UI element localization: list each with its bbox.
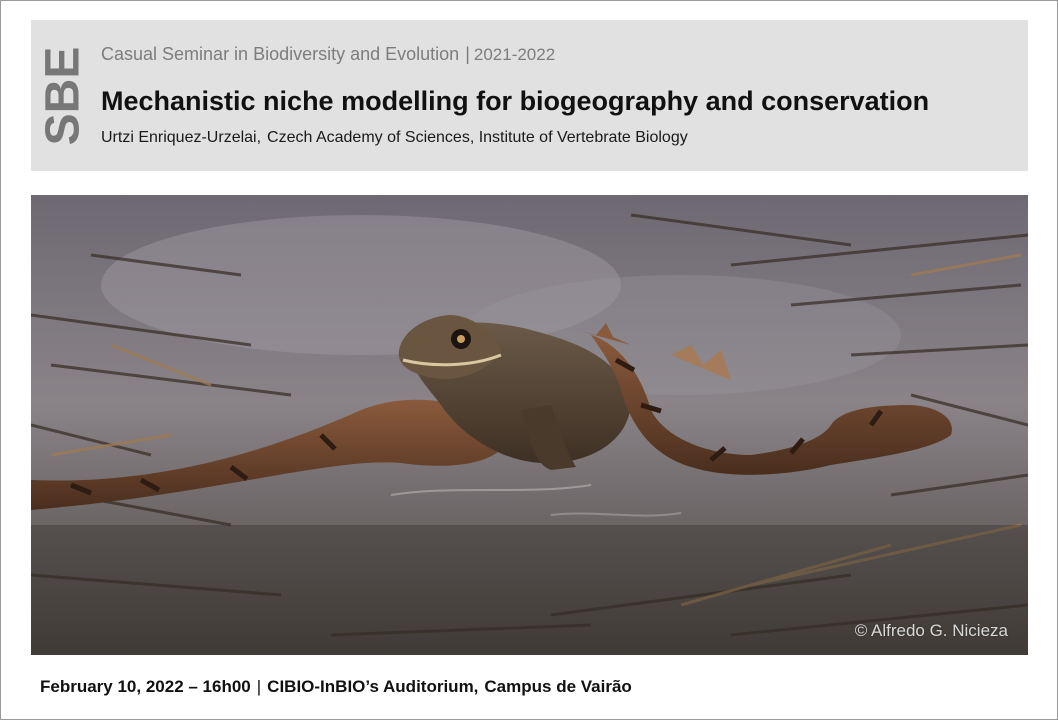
photo-credit: © Alfredo G. Nicieza xyxy=(854,621,1008,640)
sbe-logo: SBE xyxy=(41,47,85,146)
series-line: Casual Seminar in Biodiversity and Evolu… xyxy=(101,44,555,65)
seminar-header: SBE Casual Seminar in Biodiversity and E… xyxy=(31,20,1028,171)
event-details: February 10, 2022 – 16h00 | CIBIO-InBIO’s … xyxy=(40,677,632,697)
event-campus: Campus de Vairão xyxy=(484,677,632,696)
series-name: Casual Seminar in Biodiversity and Evolu… xyxy=(101,44,460,64)
speaker-name: Urtzi Enriquez-Urzelai, xyxy=(101,129,262,146)
speaker-affiliation: Czech Academy of Sciences, Institute of … xyxy=(267,129,688,146)
talk-title: Mechanistic niche modelling for biogeogr… xyxy=(101,86,930,116)
frog-photo: © Alfredo G. Nicieza xyxy=(31,195,1028,655)
frog-photo-illustration xyxy=(31,195,1028,655)
speaker-line: Urtzi Enriquez-Urzelai, Czech Academy of … xyxy=(101,129,688,147)
event-datetime: February 10, 2022 – 16h00 xyxy=(40,677,251,696)
event-venue: CIBIO-InBIO’s Auditorium, xyxy=(267,677,479,696)
series-separator: | xyxy=(465,44,470,64)
series-year: 2021-2022 xyxy=(473,45,556,64)
footer-separator: | xyxy=(256,677,262,696)
logo-text: SBE xyxy=(41,47,85,146)
